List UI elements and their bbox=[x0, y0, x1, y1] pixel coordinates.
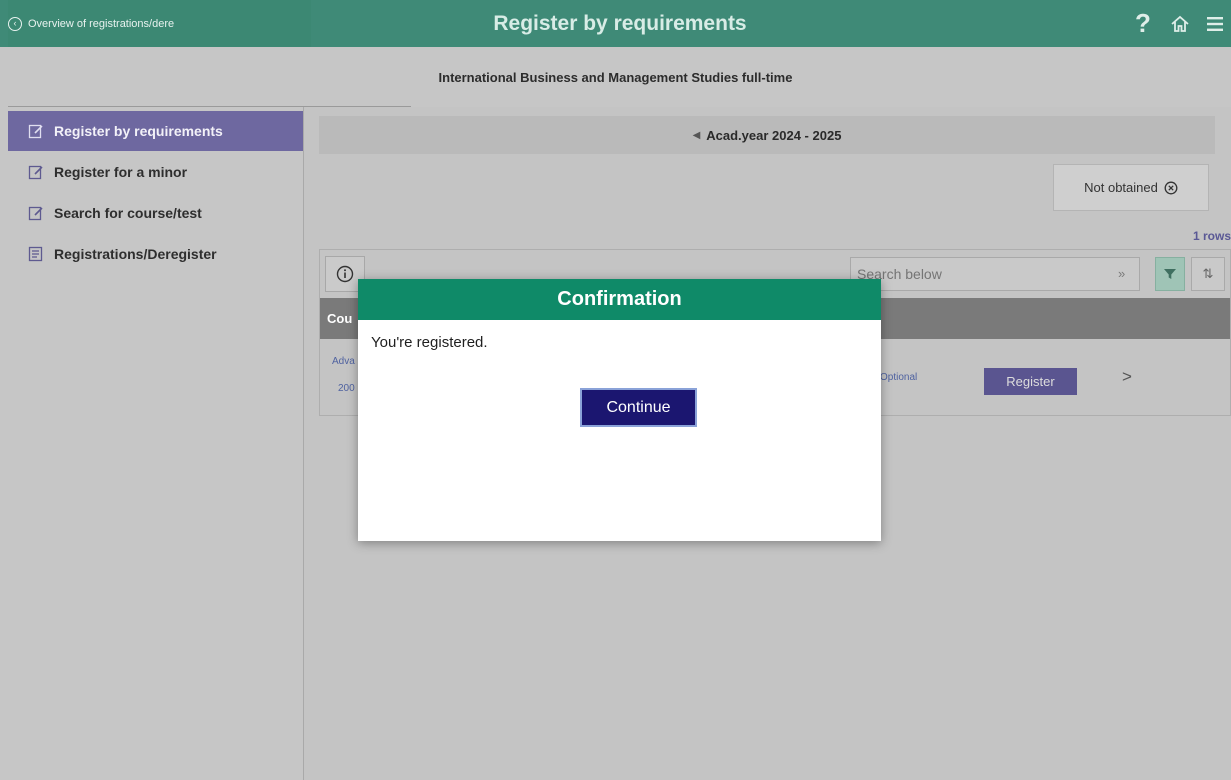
back-to-overview-link[interactable]: ‹ Overview of registrations/dere bbox=[8, 0, 311, 47]
dialog-message: You're registered. bbox=[371, 334, 488, 351]
rows-count: 1 rows bbox=[1193, 229, 1231, 243]
filter-button[interactable] bbox=[1155, 257, 1185, 291]
sidebar-item-register-minor[interactable]: Register for a minor bbox=[8, 152, 303, 192]
academic-year-label: Acad.year 2024 - 2025 bbox=[706, 127, 842, 143]
sidebar-item-registrations[interactable]: Registrations/Deregister bbox=[8, 234, 303, 274]
sidebar-item-label: Register for a minor bbox=[54, 164, 188, 180]
list-icon bbox=[28, 246, 43, 262]
back-circle-icon: ‹ bbox=[8, 16, 22, 31]
sidebar: Register by requirements Register for a … bbox=[0, 107, 304, 780]
course-year: 200 bbox=[338, 383, 355, 394]
row-details-chevron-icon[interactable]: > bbox=[1122, 367, 1132, 387]
edit-icon bbox=[28, 165, 43, 180]
edit-icon bbox=[28, 124, 43, 139]
sort-button[interactable]: ⇅ bbox=[1191, 257, 1225, 291]
course-link[interactable]: Adva bbox=[332, 356, 355, 367]
filter-chip-label: Not obtained bbox=[1084, 180, 1158, 195]
previous-year-arrow-icon[interactable]: ◀ bbox=[693, 130, 701, 141]
page-title: Register by requirements bbox=[493, 11, 747, 35]
sidebar-item-label: Registrations/Deregister bbox=[54, 246, 217, 262]
search-input[interactable] bbox=[850, 257, 1140, 291]
back-link-label: Overview of registrations/dere bbox=[28, 17, 175, 30]
filter-icon bbox=[1164, 269, 1176, 279]
register-button[interactable]: Register bbox=[984, 368, 1077, 395]
not-obtained-filter-chip[interactable]: Not obtained bbox=[1053, 164, 1209, 211]
program-subheader: International Business and Management St… bbox=[0, 47, 1231, 107]
help-icon[interactable]: ? bbox=[1125, 8, 1161, 39]
academic-year-selector: ◀ Acad.year 2024 - 2025 bbox=[319, 116, 1215, 154]
hamburger-menu-icon[interactable] bbox=[1199, 15, 1231, 33]
top-icons: ? bbox=[1125, 0, 1231, 47]
close-circle-icon bbox=[1164, 181, 1178, 194]
sidebar-item-label: Register by requirements bbox=[54, 123, 223, 139]
sidebar-item-search-course[interactable]: Search for course/test bbox=[8, 193, 303, 233]
search-submit-icon[interactable]: » bbox=[1118, 266, 1125, 281]
course-type: Optional bbox=[880, 372, 918, 383]
course-column-header[interactable]: Cou bbox=[327, 311, 352, 326]
edit-icon bbox=[28, 206, 43, 221]
sidebar-item-register-by-requirements[interactable]: Register by requirements bbox=[8, 111, 303, 151]
info-icon bbox=[336, 265, 354, 283]
dialog-title: Confirmation bbox=[358, 279, 881, 320]
home-icon[interactable] bbox=[1161, 14, 1199, 34]
top-bar: ‹ Overview of registrations/dere Registe… bbox=[0, 0, 1231, 47]
continue-button[interactable]: Continue bbox=[580, 388, 697, 427]
confirmation-dialog: Confirmation You're registered. Continue bbox=[358, 279, 881, 541]
sidebar-item-label: Search for course/test bbox=[54, 205, 202, 221]
